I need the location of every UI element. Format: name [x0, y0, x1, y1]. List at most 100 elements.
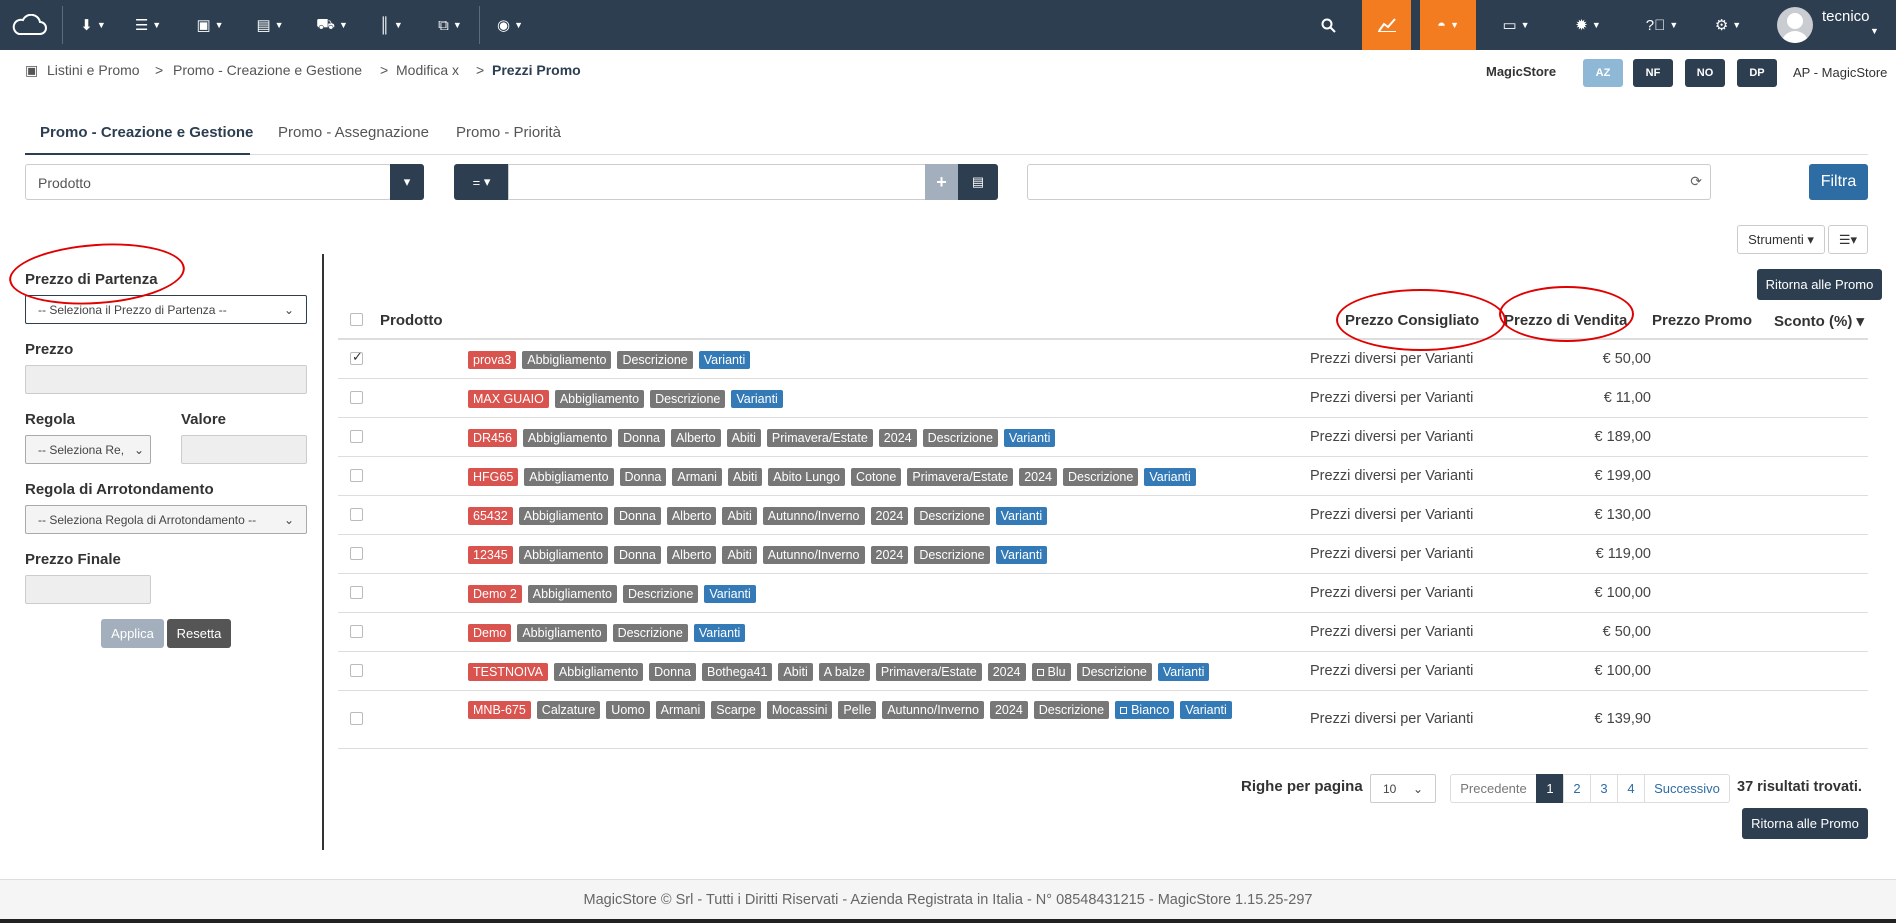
help-menu-icon[interactable]: ?⃝ ▼ — [1640, 0, 1684, 50]
product-tag: Scarpe — [711, 701, 761, 719]
list-menu-icon[interactable]: ☰ ▼ — [130, 0, 166, 50]
table-row[interactable]: Demo Abbigliamento Descrizione Varianti Prez… — [338, 613, 1868, 652]
color-tag: Blu — [1031, 662, 1071, 681]
truck-menu-icon[interactable]: ⛟ ▼ — [312, 0, 352, 50]
rows-per-page-select[interactable]: 10 ⌄ — [1370, 774, 1436, 803]
tab-assegnazione[interactable]: Promo - Assegnazione — [278, 124, 429, 141]
return-promo-button-bottom[interactable]: Ritorna alle Promo — [1742, 808, 1868, 839]
columns-menu-icon[interactable]: ☰▾ — [1828, 225, 1868, 254]
download-menu-icon[interactable]: ⬇ ▼ — [75, 0, 111, 50]
price-input[interactable] — [25, 365, 307, 394]
table-row[interactable]: 65432 Abbigliamento Donna Alberto Abiti Autun… — [338, 496, 1868, 535]
page-2-button[interactable]: 2 — [1563, 774, 1591, 803]
row-checkbox[interactable] — [350, 429, 363, 443]
row-checkbox[interactable] — [350, 468, 363, 482]
id-card-menu-icon[interactable]: ▭ ▼ — [1496, 0, 1536, 50]
chevron-down-icon[interactable]: ▾ — [390, 164, 424, 200]
variant-badge: Varianti — [1003, 428, 1056, 447]
apply-button[interactable]: Applica — [101, 619, 164, 648]
row-checkbox[interactable] — [350, 507, 363, 521]
rounding-select[interactable]: -- Seleziona Regola di Arrotondamento --… — [25, 505, 307, 534]
copy-menu-icon[interactable]: ⧉ ▼ — [432, 0, 468, 50]
alarm-menu-icon[interactable]: ✹ ▼ — [1566, 0, 1610, 50]
avatar[interactable] — [1777, 7, 1813, 43]
row-checkbox[interactable] — [350, 585, 363, 599]
plus-icon[interactable]: + — [925, 164, 958, 200]
filter-value-input[interactable] — [508, 164, 926, 200]
chart-icon[interactable] — [1362, 0, 1411, 50]
value-input[interactable] — [181, 435, 307, 464]
row-checkbox[interactable] — [350, 546, 363, 560]
product-tag: Descrizione — [1033, 701, 1110, 719]
document-menu-icon[interactable]: ▤ ▼ — [252, 0, 288, 50]
dp-button[interactable]: DP — [1737, 59, 1777, 87]
header-discount[interactable]: Sconto (%) ▾ — [1774, 312, 1864, 330]
product-tag: Cotone — [851, 467, 902, 486]
select-all-checkbox[interactable] — [350, 313, 363, 326]
product-tag: Donna — [613, 545, 661, 564]
breadcrumb-sep: > — [476, 62, 485, 78]
table-row[interactable]: DR456 Abbigliamento Donna Alberto Abiti Prima… — [338, 418, 1868, 457]
row-checkbox[interactable] — [350, 712, 363, 725]
product-tag: 2024 — [870, 506, 909, 525]
product-tag: Abbigliamento — [517, 623, 607, 642]
product-tag: Abiti — [778, 662, 813, 681]
page-3-button[interactable]: 3 — [1590, 774, 1618, 803]
product-tag: Abbigliamento — [554, 389, 645, 408]
chevron-down-icon[interactable]: ▼ — [1870, 26, 1879, 36]
tools-dropdown[interactable]: Strumenti ▾ — [1737, 225, 1825, 254]
table-row[interactable]: HFG65 Abbigliamento Donna Armani Abiti Abito … — [338, 457, 1868, 496]
row-checkbox[interactable] — [350, 624, 363, 638]
recommended-price: Prezzi diversi per Varianti — [1310, 389, 1474, 406]
no-button[interactable]: NO — [1685, 59, 1725, 87]
keyboard-icon[interactable]: ▤ — [958, 164, 998, 200]
filter-button[interactable]: Filtra — [1809, 164, 1868, 200]
breadcrumb-item-listini[interactable]: Listini e Promo — [47, 62, 140, 78]
filter-field-select[interactable]: Prodotto — [25, 164, 391, 200]
tab-priorita[interactable]: Promo - Priorità — [456, 124, 561, 141]
dashboard-menu-icon[interactable]: ◓ ▼ — [1420, 0, 1476, 50]
money-menu-icon[interactable]: ▣ ▼ — [192, 0, 228, 50]
reset-button[interactable]: Resetta — [167, 619, 231, 648]
table-row[interactable]: 12345 Abbigliamento Donna Alberto Abiti Autun… — [338, 535, 1868, 574]
breadcrumb-current: Prezzi Promo — [492, 62, 581, 78]
table-row[interactable]: Demo 2 Abbigliamento Descrizione Varianti Pr… — [338, 574, 1868, 613]
page-4-button[interactable]: 4 — [1617, 774, 1645, 803]
table-row[interactable]: MAX GUAIO Abbigliamento Descrizione Variant… — [338, 379, 1868, 418]
table-row[interactable]: MNB-675 Calzature Uomo Armani Scarpe Mocassin… — [338, 691, 1868, 749]
refresh-icon[interactable]: ⟳ — [1690, 173, 1702, 190]
search-icon[interactable] — [1310, 0, 1346, 50]
cogs-menu-icon[interactable]: ⚙ ▼ — [1706, 0, 1750, 50]
tab-creazione[interactable]: Promo - Creazione e Gestione — [40, 124, 253, 141]
table-row[interactable]: TESTNOIVA Abbigliamento Donna Bothega41 Abit… — [338, 652, 1868, 691]
row-checkbox[interactable] — [350, 390, 363, 404]
rule-select[interactable]: -- Seleziona Re, ⌄ — [25, 435, 151, 464]
nf-button[interactable]: NF — [1633, 59, 1673, 87]
next-page-button[interactable]: Successivo — [1644, 774, 1730, 803]
product-tags: DR456 Abbigliamento Donna Alberto Abiti Prima… — [468, 428, 1288, 447]
recommended-price: Prezzi diversi per Varianti — [1310, 623, 1474, 640]
return-promo-button[interactable]: Ritorna alle Promo — [1757, 269, 1882, 300]
product-tag: Descrizione — [1063, 467, 1139, 486]
az-button[interactable]: AZ — [1583, 59, 1623, 87]
compass-menu-icon[interactable]: ◉ ▼ — [492, 0, 528, 50]
operator-select[interactable]: = ▾ — [454, 164, 509, 200]
header-product[interactable]: Prodotto — [380, 312, 442, 329]
breadcrumb-item-modifica[interactable]: Modifica x — [396, 62, 459, 78]
table-row[interactable]: prova3 Abbigliamento Descrizione Varianti Pr… — [338, 340, 1868, 379]
header-promo[interactable]: Prezzo Promo — [1652, 312, 1752, 329]
cloud-logo-icon[interactable] — [6, 0, 52, 50]
breadcrumb-item-promo[interactable]: Promo - Creazione e Gestione — [173, 62, 362, 78]
product-tag: Abiti — [722, 545, 757, 564]
row-checkbox[interactable] — [350, 349, 363, 365]
prev-page-button[interactable]: Precedente — [1450, 774, 1537, 803]
filter-chips-input[interactable]: ⟳ — [1027, 164, 1711, 200]
page-1-button[interactable]: 1 — [1536, 774, 1564, 803]
barcode-menu-icon[interactable]: ║ ▼ — [373, 0, 409, 50]
product-code-badge: prova3 — [468, 350, 517, 369]
username[interactable]: tecnico — [1822, 8, 1870, 25]
recommended-price: Prezzi diversi per Varianti — [1310, 506, 1474, 523]
final-price-input[interactable] — [25, 575, 151, 604]
row-checkbox[interactable] — [350, 663, 363, 677]
sale-price: € 50,00 — [1602, 623, 1651, 640]
